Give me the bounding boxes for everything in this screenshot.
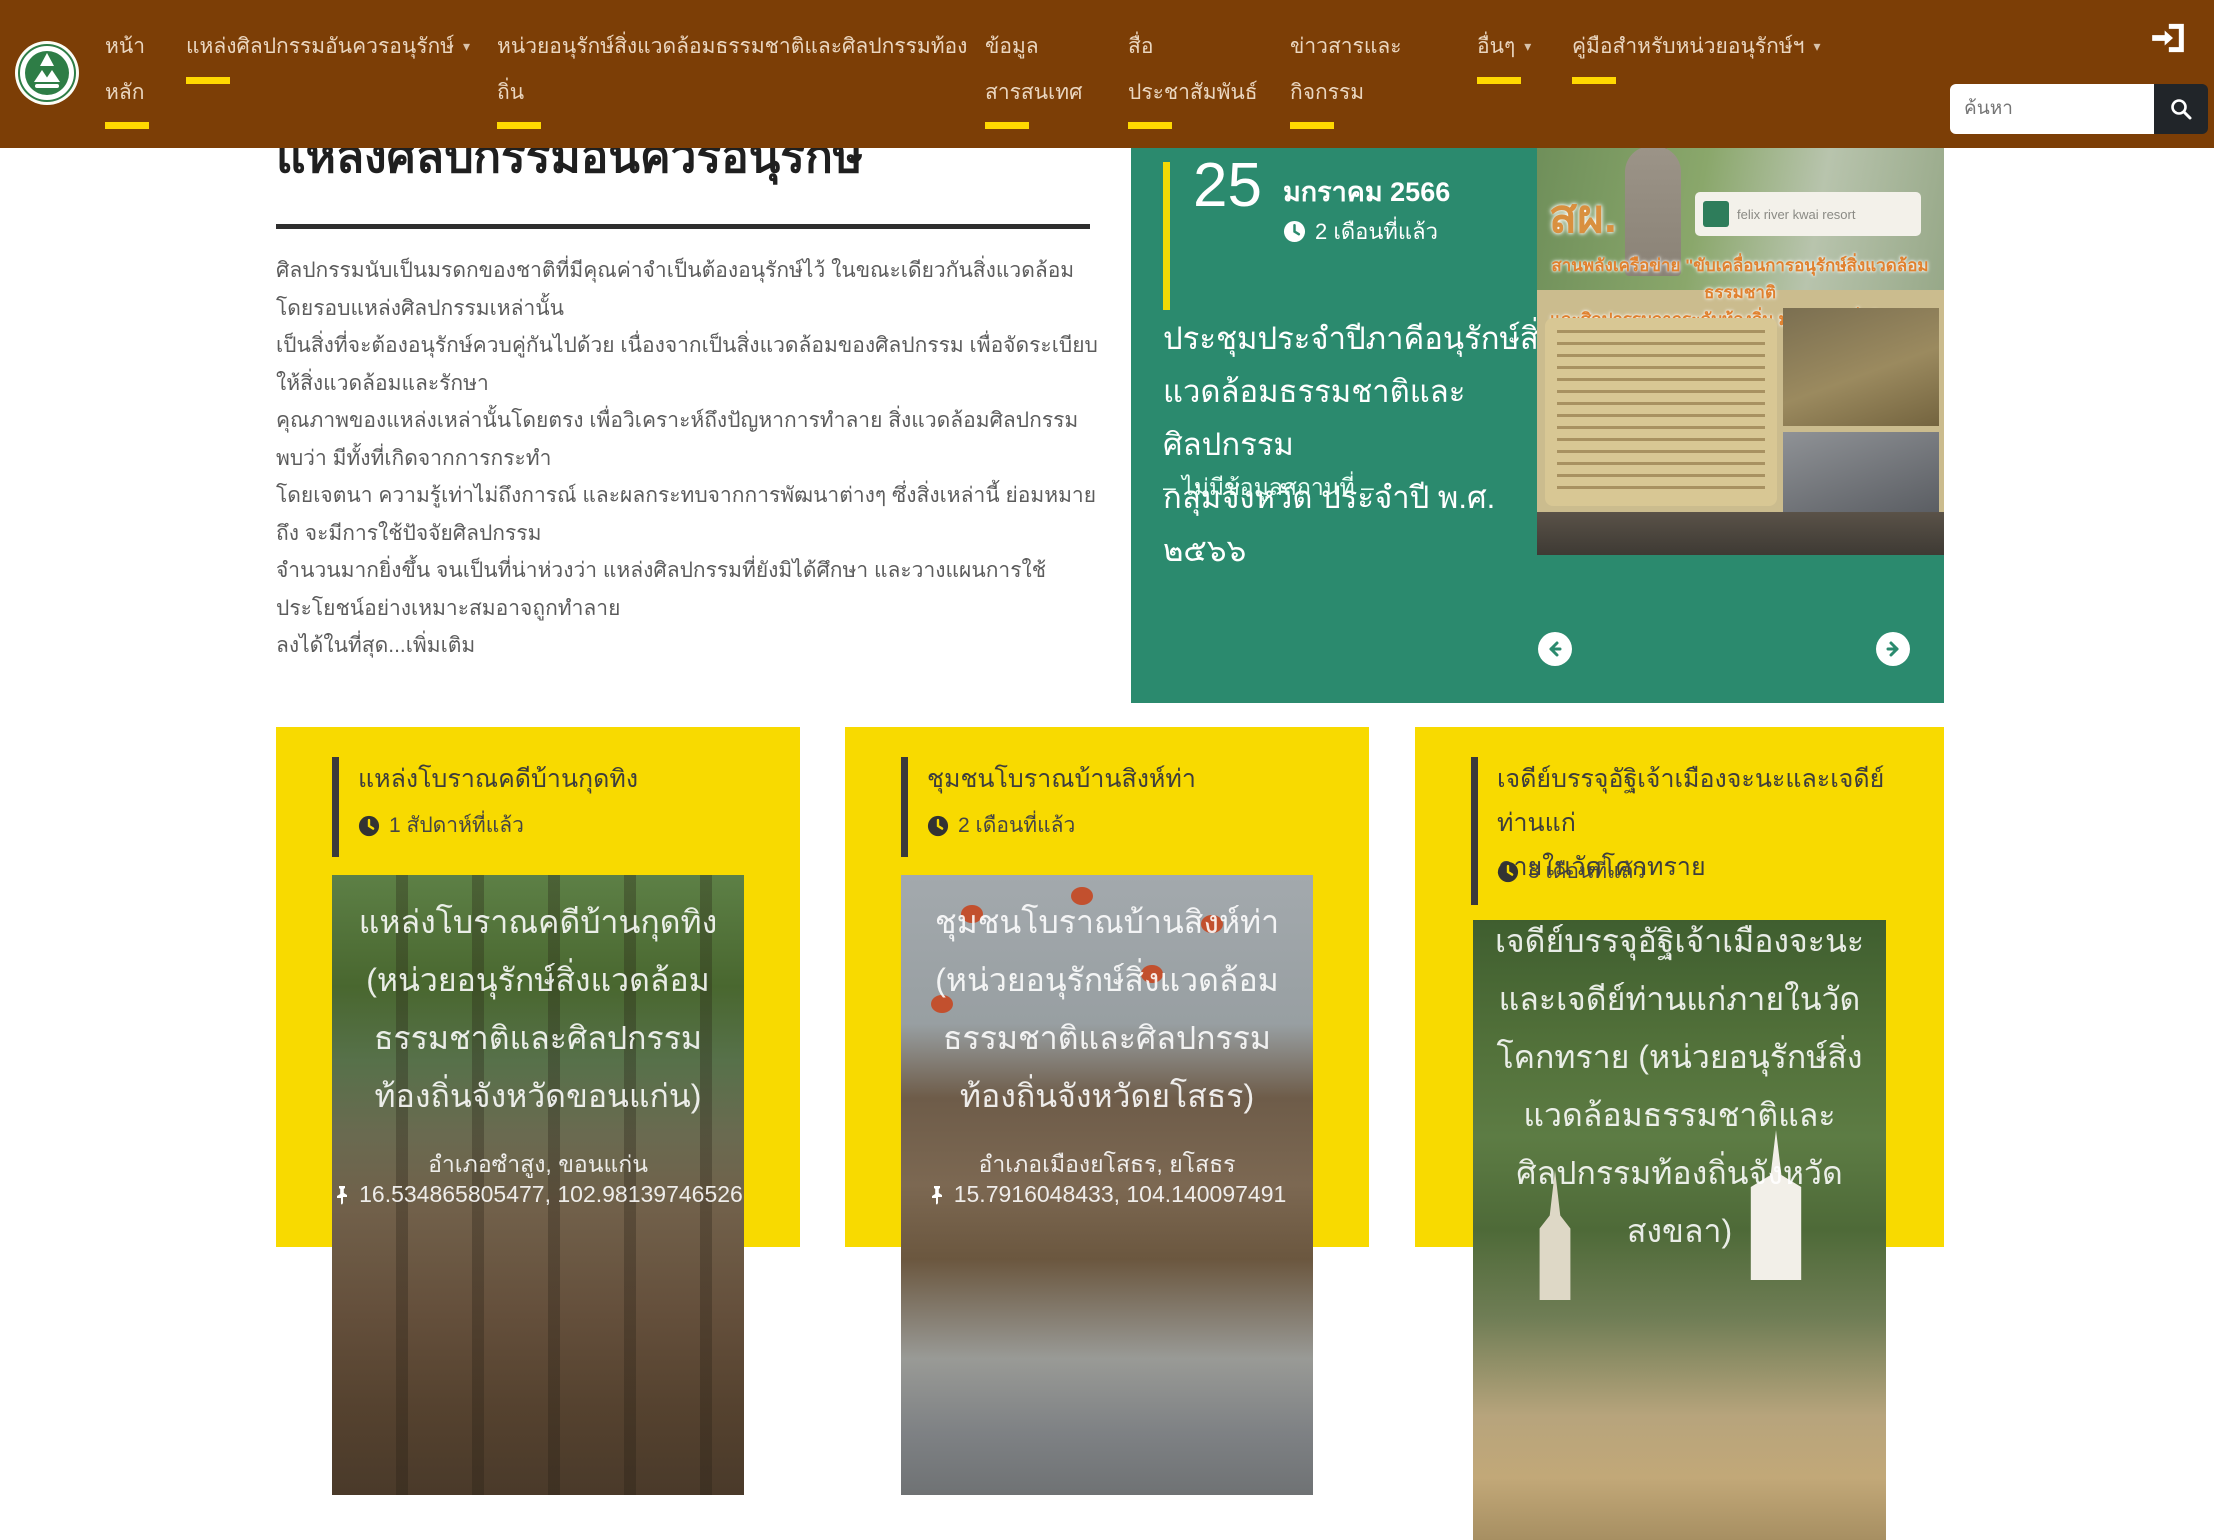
- site-card-khok-sai[interactable]: เจดีย์บรรจุอัฐิเจ้าเมืองจะนะและเจดีย์ท่า…: [1415, 727, 1944, 1247]
- login-button[interactable]: [2146, 20, 2190, 58]
- top-navbar: หน้า หลัก แหล่งศิลปกรรมอันควรอนุรักษ์▾ ห…: [0, 0, 2214, 148]
- chevron-down-icon: ▾: [463, 23, 470, 69]
- clock-icon: [1283, 220, 1306, 243]
- site-logo[interactable]: [14, 40, 80, 106]
- accent-bar: [332, 757, 339, 857]
- event-title[interactable]: ประชุมประจำปีภาคีอนุรักษ์สิ่ง แวดล้อมธรร…: [1163, 312, 1555, 577]
- card-title: ชุมชนโบราณบ้านสิงห์ท่า: [927, 757, 1337, 801]
- intro-line: ศิลปกรรมนับเป็นมรดกของชาติที่มีคุณค่าจำเ…: [276, 252, 1106, 327]
- active-underline: [1572, 77, 1616, 84]
- active-underline: [105, 122, 149, 129]
- poster-text-block: [1545, 318, 1777, 506]
- search-button[interactable]: [2154, 84, 2208, 134]
- intro-line: จำนวนมากยิ่งขึ้น จนเป็นที่น่าห่วงว่า แหล…: [276, 552, 1106, 627]
- title-divider: [276, 224, 1090, 229]
- card-time-ago: 3 เดือนที่แล้ว: [1497, 855, 1645, 888]
- clock-icon: [358, 815, 380, 837]
- intro-line: โดยเจตนา ความรู้เท่าไม่ถึงการณ์ และผลกระ…: [276, 477, 1106, 552]
- arrow-left-icon: [1546, 640, 1564, 658]
- card-photo: แหล่งโบราณคดีบ้านกุดทิง (หน่วยอนุรักษ์สิ…: [332, 875, 744, 1495]
- photo-coordinates: 15.7916048433, 104.140097491: [901, 1181, 1313, 1208]
- poster-group-photo: [1537, 512, 1944, 555]
- nav-item-conservation-units[interactable]: หน่วยอนุรักษ์สิ่งแวดล้อมธรรมชาติและศิลปก…: [497, 24, 967, 129]
- chevron-down-icon: ▾: [1524, 23, 1531, 69]
- photo-location: อำเภอเมืองยโสธร, ยโสธร: [901, 1147, 1313, 1183]
- active-underline: [985, 122, 1029, 129]
- event-time-ago: 2 เดือนที่แล้ว: [1283, 214, 1438, 249]
- event-day: 25: [1193, 150, 1262, 222]
- search-input[interactable]: [1950, 84, 2154, 134]
- nav-item-media[interactable]: สื่อ ประชาสัมพันธ์: [1128, 24, 1258, 129]
- card-photo: เจดีย์บรรจุอัฐิเจ้าเมืองจะนะ และเจดีย์ท่…: [1473, 920, 1886, 1540]
- photo-caption: ชุมชนโบราณบ้านสิงห์ท่า (หน่วยอนุรักษ์สิ่…: [901, 893, 1313, 1125]
- nav-item-home[interactable]: หน้า หลัก: [105, 24, 149, 129]
- card-time-ago: 1 สัปดาห์ที่แล้ว: [358, 809, 524, 842]
- nav-item-information[interactable]: ข้อมูล สารสนเทศ: [985, 24, 1082, 129]
- card-time-ago: 2 เดือนที่แล้ว: [927, 809, 1075, 842]
- event-month-year: มกราคม 2566: [1283, 170, 1450, 213]
- intro-paragraph: ศิลปกรรมนับเป็นมรดกของชาติที่มีคุณค่าจำเ…: [276, 252, 1106, 665]
- resort-logo: [1703, 201, 1729, 227]
- nav-item-news[interactable]: ข่าวสารและ กิจกรรม: [1290, 24, 1402, 129]
- active-underline: [1290, 122, 1334, 129]
- intro-line: เป็นสิ่งที่จะต้องอนุรักษ์ควบคู่กันไปด้วย…: [276, 327, 1106, 402]
- active-underline: [186, 77, 230, 84]
- nav-item-manuals[interactable]: คู่มือสำหรับหน่วยอนุรักษ์ฯ▾: [1572, 24, 1821, 84]
- carousel-next-button[interactable]: [1876, 632, 1910, 666]
- photo-location: อำเภอซำสูง, ขอนแก่น: [332, 1147, 744, 1183]
- login-icon: [2148, 21, 2188, 55]
- nav-item-art-sources[interactable]: แหล่งศิลปกรรมอันควรอนุรักษ์▾: [186, 24, 470, 84]
- active-underline: [1128, 122, 1172, 129]
- photo-coordinates: 16.534865805477, 102.98139746526: [332, 1181, 744, 1208]
- poster-photo-podium-1: [1783, 308, 1939, 426]
- intro-line-read-more[interactable]: ลงได้ในที่สุด...เพิ่มเติม: [276, 627, 1106, 665]
- accent-bar: [1471, 757, 1478, 905]
- carousel-prev-button[interactable]: [1538, 632, 1572, 666]
- poster-resort-sign: felix river kwai resort: [1695, 192, 1921, 236]
- poster-org-abbrev: สผ.: [1549, 180, 1617, 253]
- nav-item-others[interactable]: อื่นๆ▾: [1477, 24, 1531, 84]
- active-underline: [1477, 77, 1521, 84]
- chevron-down-icon: ▾: [1813, 23, 1820, 69]
- clock-icon: [927, 815, 949, 837]
- event-location: – ไม่มีข้อมูลสถานที่ –: [1163, 470, 1374, 506]
- card-title: แหล่งโบราณคดีบ้านกุดทิง: [358, 757, 768, 801]
- photo-caption: แหล่งโบราณคดีบ้านกุดทิง (หน่วยอนุรักษ์สิ…: [332, 893, 744, 1125]
- clock-icon: [1497, 861, 1519, 883]
- news-carousel: 25 มกราคม 2566 2 เดือนที่แล้ว ประชุมประจ…: [1131, 140, 1944, 703]
- accent-bar: [901, 757, 908, 857]
- search-icon: [2169, 97, 2193, 121]
- event-poster-image[interactable]: สผ. felix river kwai resort สานพลังเครือ…: [1537, 140, 1944, 555]
- pin-icon: [333, 1185, 351, 1205]
- site-card-kut-thing[interactable]: แหล่งโบราณคดีบ้านกุดทิง 1 สัปดาห์ที่แล้ว…: [276, 727, 800, 1247]
- card-photo: ชุมชนโบราณบ้านสิงห์ท่า (หน่วยอนุรักษ์สิ่…: [901, 875, 1313, 1495]
- site-card-sing-tha[interactable]: ชุมชนโบราณบ้านสิงห์ท่า 2 เดือนที่แล้ว ชุ…: [845, 727, 1369, 1247]
- accent-bar: [1163, 162, 1170, 310]
- search-bar: [1950, 84, 2208, 134]
- photo-caption: เจดีย์บรรจุอัฐิเจ้าเมืองจะนะ และเจดีย์ท่…: [1473, 920, 1886, 1260]
- pin-icon: [928, 1185, 946, 1205]
- active-underline: [497, 122, 541, 129]
- arrow-right-icon: [1884, 640, 1902, 658]
- intro-line: คุณภาพของแหล่งเหล่านั้นโดยตรง เพื่อวิเคร…: [276, 402, 1106, 477]
